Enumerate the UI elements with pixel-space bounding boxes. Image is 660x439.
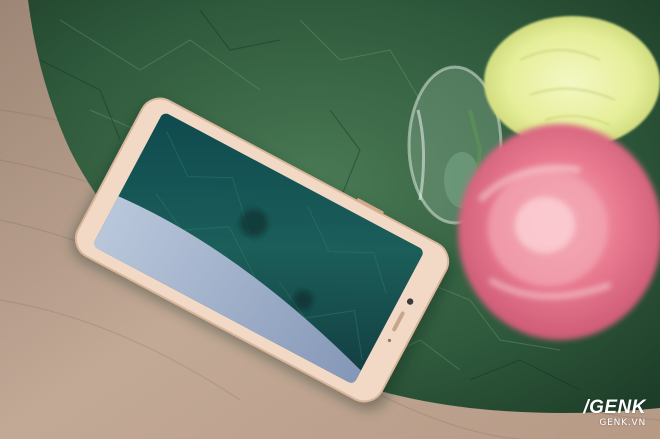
genk-watermark: /GENK GENK.VN	[583, 398, 646, 429]
watermark-logo: /GENK	[583, 397, 646, 418]
pink-rose	[458, 124, 660, 340]
photo-illustration	[0, 0, 660, 439]
watermark-site: GENK.VN	[599, 418, 646, 428]
photo-scene: /GENK GENK.VN	[0, 0, 660, 439]
